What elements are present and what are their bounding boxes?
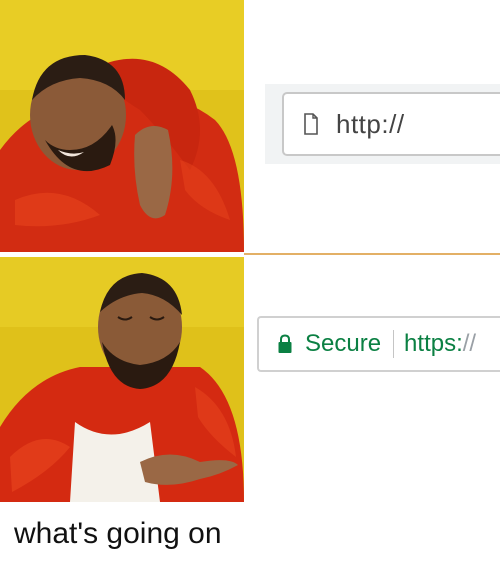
- http-address-bar[interactable]: http://: [282, 92, 500, 156]
- http-url-text: http://: [336, 108, 405, 139]
- document-icon: [304, 113, 318, 135]
- secure-separator: [393, 330, 395, 358]
- bottom-panel: Secure https://: [0, 257, 500, 502]
- lock-icon: [278, 334, 292, 353]
- secure-address-bar[interactable]: Secure https://: [257, 316, 500, 372]
- https-slashes: //: [462, 330, 477, 357]
- disapproving-photo: [0, 0, 244, 252]
- https-scheme: https:: [404, 330, 463, 357]
- approving-photo: [0, 257, 244, 502]
- disapproving-illustration: [0, 0, 244, 252]
- panel-divider-line: [244, 253, 500, 255]
- approving-illustration: [0, 257, 244, 502]
- secure-label: Secure: [305, 330, 382, 357]
- top-panel: http://: [0, 0, 500, 252]
- caption-text: what's going on: [14, 517, 222, 550]
- https-url-text: https://: [404, 330, 476, 358]
